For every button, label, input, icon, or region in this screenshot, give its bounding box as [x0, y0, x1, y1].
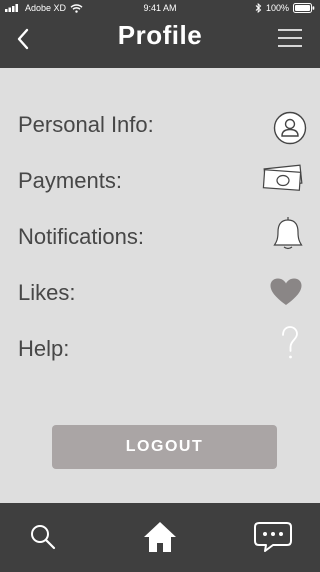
cash-icon[interactable]	[262, 159, 304, 195]
menu-item-label: Payments:	[18, 168, 122, 193]
menu-item-label: Help:	[18, 336, 70, 361]
bluetooth-icon	[255, 3, 262, 13]
hamburger-menu-icon-line	[278, 37, 302, 39]
tab-search[interactable]	[23, 519, 63, 555]
hamburger-menu-icon-line	[278, 29, 302, 31]
menu-item-payments[interactable]: Payments:	[0, 156, 320, 212]
page-title: Profile	[117, 20, 203, 50]
status-right: 100%	[255, 0, 315, 16]
menu-item-personal-info[interactable]: Personal Info:	[0, 100, 320, 156]
back-button[interactable]	[10, 26, 36, 52]
search-icon	[31, 525, 56, 550]
hamburger-menu-icon-line	[278, 45, 302, 47]
home-icon	[144, 522, 176, 552]
status-bar: Adobe XD 9:41 AM 100%	[0, 0, 320, 16]
menu-item-label: Personal Info:	[18, 112, 154, 137]
battery-percent: 100%	[265, 3, 289, 13]
menu-item-label: Likes:	[18, 280, 76, 305]
battery-icon	[293, 3, 315, 13]
menu-item-likes[interactable]: Likes:	[0, 268, 320, 324]
menu-button[interactable]	[276, 26, 304, 50]
header-bar: Profile	[0, 16, 320, 68]
bell-icon[interactable]	[270, 216, 306, 252]
tab-home[interactable]	[140, 519, 180, 555]
menu-item-notifications[interactable]: Notifications:	[0, 212, 320, 268]
chevron-left-icon	[17, 28, 29, 50]
menu-item-help[interactable]: Help:	[0, 324, 320, 380]
question-icon[interactable]	[272, 326, 308, 362]
chat-icon	[254, 522, 292, 552]
user-circle-icon[interactable]	[272, 110, 308, 146]
bottom-tab-bar	[0, 503, 320, 572]
tab-messages[interactable]	[253, 519, 293, 555]
logout-button[interactable]: LOGOUT	[52, 425, 277, 469]
menu-item-label: Notifications:	[18, 224, 144, 249]
heart-icon[interactable]	[268, 274, 304, 310]
profile-menu: Personal Info: Payments: Notifications:	[0, 100, 320, 380]
